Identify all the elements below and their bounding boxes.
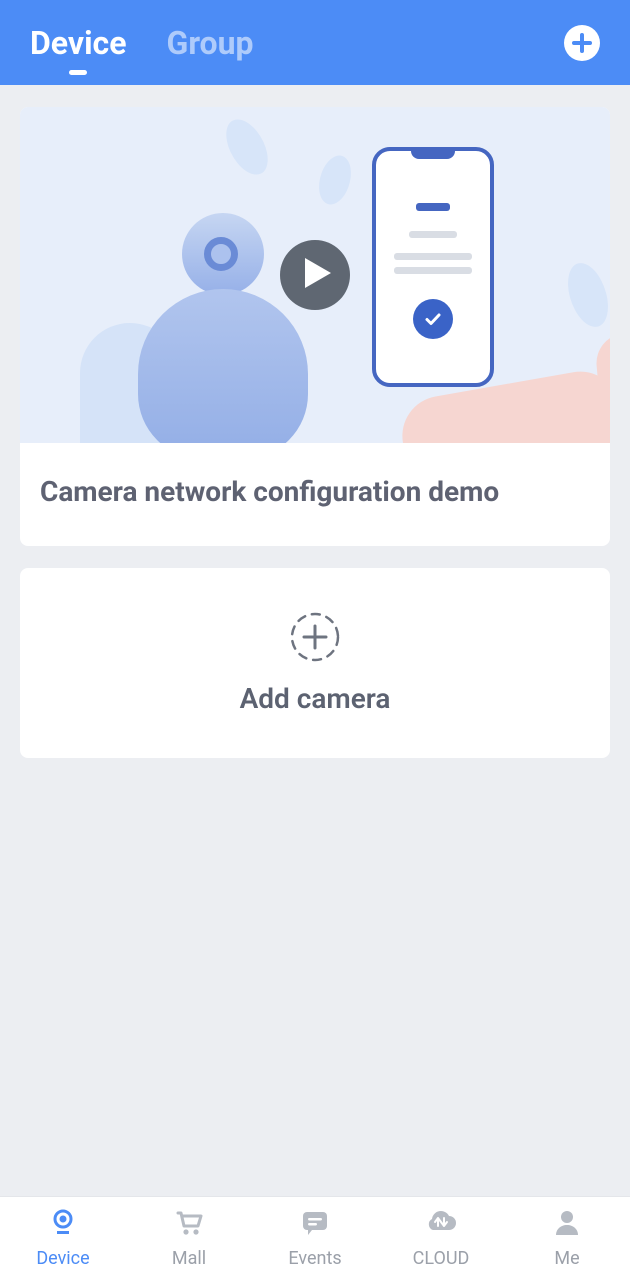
add-camera-label: Add camera	[240, 682, 391, 715]
tab-device[interactable]: Device	[30, 0, 127, 85]
nav-label: CLOUD	[413, 1248, 470, 1269]
plus-icon	[571, 32, 593, 54]
camera-illustration	[138, 213, 308, 443]
tab-group[interactable]: Group	[167, 0, 254, 85]
tab-label: Group	[167, 24, 254, 62]
person-icon	[552, 1208, 582, 1242]
add-dashed-plus-icon	[290, 612, 340, 662]
leaf-decoration	[312, 151, 357, 208]
play-icon	[300, 258, 331, 292]
nav-device[interactable]: Device	[0, 1208, 126, 1269]
nav-cloud[interactable]: CLOUD	[378, 1208, 504, 1269]
nav-me[interactable]: Me	[504, 1208, 630, 1269]
nav-events[interactable]: Events	[252, 1208, 378, 1269]
demo-hero	[20, 107, 610, 443]
demo-title: Camera network configuration demo	[20, 443, 610, 546]
play-button[interactable]	[280, 240, 350, 310]
cloud-icon	[425, 1208, 457, 1242]
bottom-nav: Device Mall Events	[0, 1196, 630, 1280]
phone-illustration	[372, 147, 494, 387]
header-tabs: Device Group	[30, 0, 254, 85]
nav-mall[interactable]: Mall	[126, 1208, 252, 1269]
nav-label: Mall	[172, 1248, 206, 1269]
content: Camera network configuration demo Add ca…	[0, 85, 630, 1196]
nav-label: Events	[288, 1248, 341, 1269]
check-icon	[413, 299, 453, 339]
tab-label: Device	[30, 24, 127, 62]
leaf-decoration	[219, 113, 275, 182]
add-camera-card[interactable]: Add camera	[20, 568, 610, 758]
camera-icon	[48, 1208, 78, 1242]
nav-label: Device	[36, 1248, 89, 1269]
cart-icon	[174, 1208, 204, 1242]
app-root: Device Group	[0, 0, 630, 1280]
chat-icon	[300, 1208, 330, 1242]
header: Device Group	[0, 0, 630, 85]
nav-label: Me	[554, 1248, 579, 1269]
demo-card[interactable]: Camera network configuration demo	[20, 107, 610, 546]
add-button[interactable]	[564, 25, 600, 61]
